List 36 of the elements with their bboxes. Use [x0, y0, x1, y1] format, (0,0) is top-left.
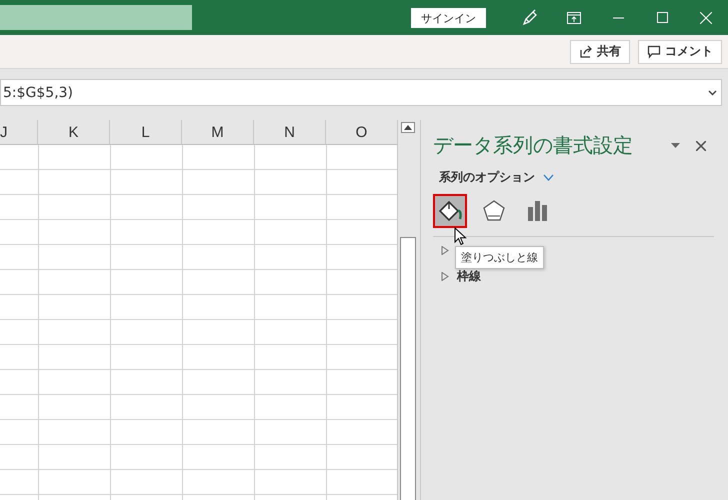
paint-bucket-icon	[437, 198, 463, 224]
column-header[interactable]: K	[38, 120, 110, 144]
scrollbar-thumb[interactable]	[400, 236, 416, 500]
maximize-icon	[656, 12, 668, 23]
section-label[interactable]: 枠線	[457, 268, 481, 284]
share-button[interactable]: 共有	[570, 40, 630, 64]
chevron-down-icon	[708, 90, 717, 96]
minimize-icon	[612, 16, 624, 18]
series-options-label[interactable]: 系列のオプション	[439, 169, 535, 186]
triangle-right-icon[interactable]	[441, 246, 449, 254]
comment-button[interactable]: コメント	[638, 40, 722, 64]
triangle-right-icon[interactable]	[441, 272, 449, 280]
column-header[interactable]: N	[254, 120, 326, 144]
bar-chart-icon	[526, 199, 550, 223]
format-tab[interactable]	[433, 194, 467, 228]
formula-text: 5:$G$5,3)	[3, 84, 74, 100]
mouse-cursor-icon	[454, 227, 467, 246]
share-icon	[579, 44, 593, 58]
pane-title: データ系列の書式設定	[433, 132, 634, 159]
tooltip: 塗りつぶしと線	[455, 246, 544, 269]
pen-icon	[521, 8, 539, 26]
comment-icon	[647, 44, 661, 58]
pentagon-icon	[482, 199, 506, 223]
ribbon-display-icon	[567, 12, 581, 24]
scroll-up-button[interactable]	[401, 122, 415, 133]
close-icon	[700, 12, 712, 24]
formula-bar[interactable]: 5:$G$5,3)	[0, 79, 722, 106]
vertical-scrollbar[interactable]	[398, 120, 418, 500]
column-header[interactable]: M	[182, 120, 254, 144]
column-header[interactable]: L	[110, 120, 182, 144]
triangle-down-icon	[671, 143, 680, 148]
triangle-up-icon	[404, 124, 412, 130]
column-header[interactable]: J	[0, 120, 38, 144]
sign-in-button[interactable]: サインイン	[411, 8, 486, 28]
close-icon	[696, 140, 706, 150]
chevron-down-icon[interactable]	[543, 174, 554, 181]
